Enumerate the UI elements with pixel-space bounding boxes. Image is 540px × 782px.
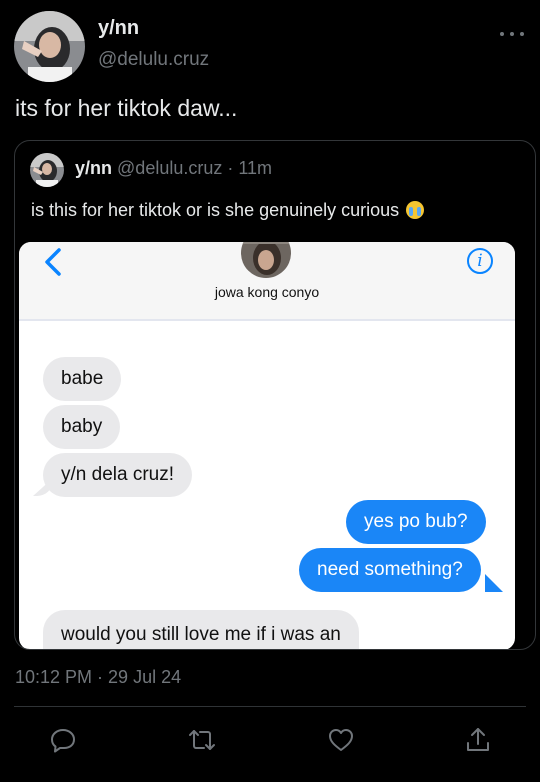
bubble-tail [485, 574, 503, 592]
quoted-text-content: is this for her tiktok or is she genuine… [31, 200, 400, 220]
heart-icon[interactable] [326, 725, 356, 755]
loudly-crying-face-icon [406, 201, 425, 219]
message-bubble: yes po bub? [346, 500, 486, 544]
quoted-tweet-text: is this for her tiktok or is she genuine… [31, 200, 425, 221]
quoted-handle-time: @delulu.cruz · 11m [117, 158, 273, 178]
contact-avatar [241, 242, 291, 278]
message-bubble: need something? [299, 548, 481, 592]
message-bubble: y/n dela cruz! [43, 453, 192, 497]
chat-header: jowa kong conyo i [19, 242, 515, 321]
author-display-name[interactable]: y/nn [98, 17, 139, 40]
contact-name: jowa kong conyo [214, 284, 320, 300]
chevron-left-icon [45, 248, 61, 276]
quoted-display-name: y/nn [75, 158, 113, 178]
chat-screenshot: jowa kong conyo i babe baby y/n dela cru… [19, 242, 515, 649]
more-icon[interactable] [500, 27, 524, 41]
tweet-text: its for her tiktok daw... [15, 95, 238, 121]
retweet-icon[interactable] [187, 725, 217, 755]
quoted-tweet-card[interactable]: y/nn @delulu.cruz · 11m is this for her … [14, 140, 536, 650]
share-icon[interactable] [463, 725, 493, 755]
info-icon: i [467, 248, 493, 274]
message-bubble: baby [43, 405, 121, 449]
author-avatar[interactable] [14, 11, 85, 82]
divider [14, 706, 526, 707]
message-bubble: babe [43, 357, 122, 401]
message-bubble: would you still love me if i was an [43, 610, 359, 649]
quoted-author-avatar [30, 153, 64, 187]
author-handle[interactable]: @delulu.cruz [98, 49, 209, 71]
reply-icon[interactable] [48, 725, 78, 755]
tweet-timestamp[interactable]: 10:12 PM · 29 Jul 24 [15, 667, 181, 688]
